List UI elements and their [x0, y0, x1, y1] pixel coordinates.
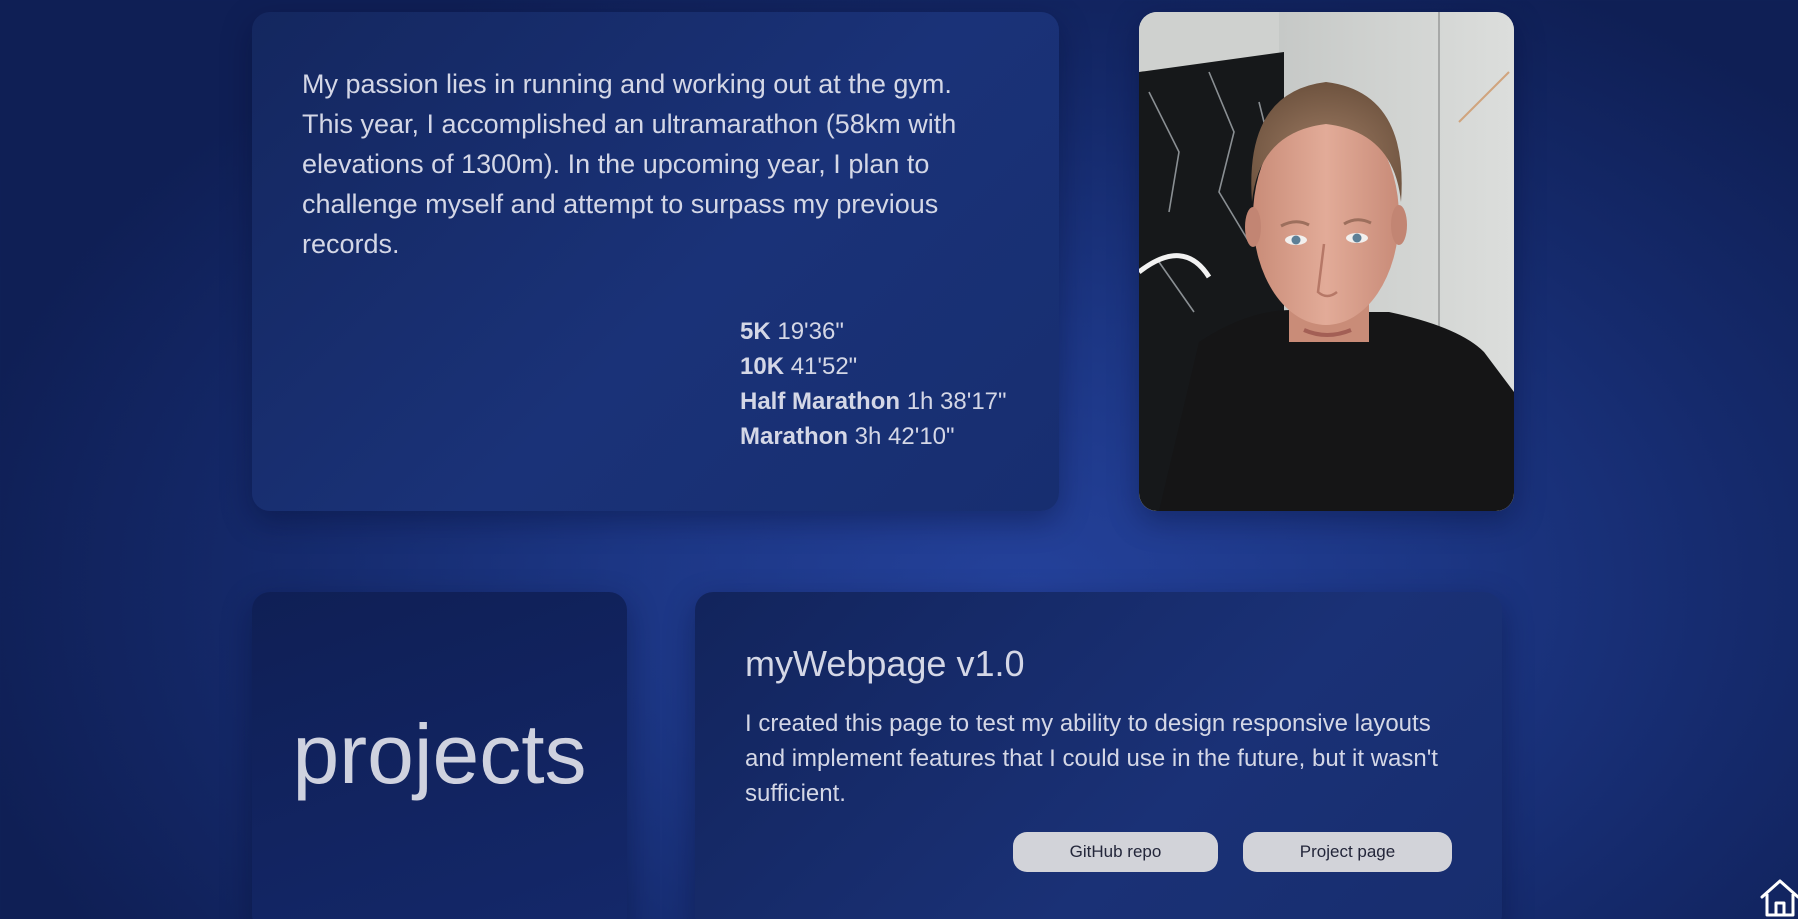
records-list: 5K 19'36" 10K 41'52" Half Marathon 1h 38…: [740, 314, 1007, 454]
projects-heading: projects: [292, 707, 587, 801]
record-item: Half Marathon 1h 38'17": [740, 384, 1007, 419]
home-icon[interactable]: [1758, 875, 1798, 919]
record-label: Half Marathon: [740, 388, 901, 415]
github-repo-button[interactable]: GitHub repo: [1013, 832, 1218, 872]
record-item: Marathon 3h 42'10": [740, 419, 1007, 454]
projects-section-card: projects: [252, 592, 627, 919]
profile-photo: [1139, 12, 1514, 511]
record-label: Marathon: [740, 423, 848, 450]
record-item: 10K 41'52": [740, 349, 1007, 384]
about-card: My passion lies in running and working o…: [252, 12, 1059, 511]
record-time: 41'52": [790, 353, 858, 380]
record-time: 1h 38'17": [906, 388, 1007, 415]
profile-photo-image: [1139, 12, 1514, 511]
project-title: myWebpage v1.0: [745, 643, 1025, 684]
record-label: 10K: [740, 353, 785, 380]
project-description: I created this page to test my ability t…: [745, 710, 1438, 807]
record-time: 3h 42'10": [854, 423, 955, 450]
record-item: 5K 19'36": [740, 314, 1007, 349]
project-page-button[interactable]: Project page: [1243, 832, 1452, 872]
project-card: myWebpage v1.0 I created this page to te…: [695, 592, 1502, 919]
about-text: My passion lies in running and working o…: [302, 69, 957, 259]
record-label: 5K: [740, 318, 771, 345]
record-time: 19'36": [777, 318, 844, 345]
